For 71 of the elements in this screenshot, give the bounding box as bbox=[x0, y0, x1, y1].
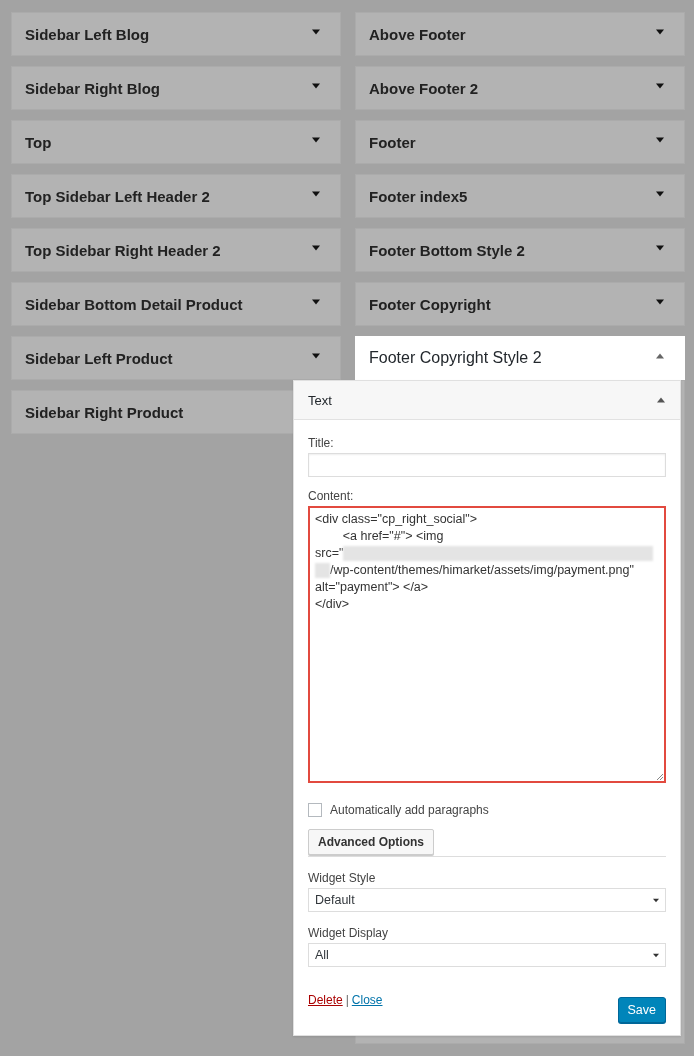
save-button[interactable]: Save bbox=[617, 997, 666, 1023]
sidebar-title: Above Footer bbox=[369, 25, 466, 43]
caret-down-icon[interactable] bbox=[656, 29, 664, 35]
sidebar-title: Sidebar Right Product bbox=[25, 403, 184, 421]
checkbox[interactable] bbox=[308, 803, 322, 817]
caret-down-icon bbox=[653, 952, 659, 958]
field-label: Widget Display bbox=[308, 926, 390, 940]
caret-down-icon[interactable] bbox=[312, 83, 320, 89]
caret-down-icon[interactable] bbox=[656, 137, 664, 143]
sidebar-title: Sidebar Right Blog bbox=[25, 79, 160, 97]
widget-style-select[interactable]: Default bbox=[308, 888, 666, 912]
caret-up-icon[interactable] bbox=[657, 397, 665, 403]
code-text: <div class="cp_right_social"> bbox=[315, 511, 478, 528]
caret-down-icon[interactable] bbox=[656, 245, 664, 251]
sidebar-title: Top Sidebar Left Header 2 bbox=[25, 187, 210, 205]
code-text: </div> bbox=[315, 596, 350, 613]
field-label: Content: bbox=[308, 489, 355, 503]
sidebar-title: Footer Bottom Style 2 bbox=[369, 241, 525, 259]
field-label: Widget Style bbox=[308, 871, 377, 885]
advanced-options-button[interactable]: Advanced Options bbox=[308, 829, 434, 855]
code-text: <a href="#"> <img bbox=[341, 528, 444, 545]
sidebar-panel[interactable]: Footer Bottom Style 2 bbox=[355, 228, 685, 272]
caret-down-icon[interactable] bbox=[312, 299, 320, 305]
sidebar-panel[interactable]: Top bbox=[11, 120, 341, 164]
caret-down-icon bbox=[653, 897, 659, 903]
field-label: Title: bbox=[308, 436, 335, 450]
code-text: alt="payment"> </a> bbox=[315, 579, 429, 596]
widget-header[interactable]: Text bbox=[294, 381, 680, 420]
sidebar-panel[interactable]: Footer Copyright bbox=[355, 282, 685, 326]
caret-down-icon[interactable] bbox=[312, 29, 320, 35]
caret-down-icon[interactable] bbox=[312, 191, 320, 197]
sidebar-title: Sidebar Left Blog bbox=[25, 25, 150, 43]
code-text: /wp-content/themes/himarket/assets/img/payment.png" bbox=[330, 562, 634, 579]
sidebar-panel[interactable]: Top Sidebar Right Header 2 bbox=[11, 228, 341, 272]
sidebar-panel[interactable]: Top Sidebar Left Header 2 bbox=[11, 174, 341, 218]
delete-link[interactable]: Delete bbox=[308, 993, 343, 1007]
widget-title: Text bbox=[308, 392, 332, 408]
sidebar-panel[interactable]: Footer Copyright Style 2 bbox=[355, 336, 685, 380]
code-text: src=" bbox=[315, 545, 344, 562]
caret-down-icon[interactable] bbox=[656, 191, 664, 197]
content-textarea[interactable]: <div class="cp_right_social"> <a href="#"> <img src=" /wp-content/themes/himarket/assets/img/payment.png" alt="payment"> </a> </div> bbox=[308, 506, 666, 783]
sidebar-title: Sidebar Bottom Detail Product bbox=[25, 295, 243, 313]
resize-grip-icon[interactable] bbox=[657, 774, 663, 780]
caret-down-icon[interactable] bbox=[312, 353, 320, 359]
blurred-redaction bbox=[315, 563, 330, 578]
sidebar-panel[interactable]: Footer index5 bbox=[355, 174, 685, 218]
sidebar-title: Top Sidebar Right Header 2 bbox=[25, 241, 221, 259]
widget-display-select[interactable]: All bbox=[308, 943, 666, 967]
sidebar-title: Footer bbox=[369, 133, 416, 151]
sidebar-panel[interactable]: Sidebar Bottom Detail Product bbox=[11, 282, 341, 326]
sidebar-panel[interactable]: Above Footer bbox=[355, 12, 685, 56]
caret-down-icon[interactable] bbox=[656, 83, 664, 89]
sidebar-panel[interactable]: Sidebar Left Blog bbox=[11, 12, 341, 56]
caret-down-icon[interactable] bbox=[656, 299, 664, 305]
sidebar-panel[interactable]: Sidebar Right Blog bbox=[11, 66, 341, 110]
close-link[interactable]: Close bbox=[351, 993, 383, 1007]
sidebar-title: Footer index5 bbox=[369, 187, 468, 205]
caret-down-icon[interactable] bbox=[312, 137, 320, 143]
caret-down-icon[interactable] bbox=[312, 245, 320, 251]
sidebar-title: Footer Copyright bbox=[369, 295, 491, 313]
checkbox-label: Automatically add paragraphs bbox=[330, 803, 489, 817]
sidebar-panel[interactable]: Footer bbox=[355, 120, 685, 164]
title-input[interactable] bbox=[308, 453, 666, 477]
sidebar-panel[interactable]: Sidebar Left Product bbox=[11, 336, 341, 380]
sidebar-panel[interactable]: Above Footer 2 bbox=[355, 66, 685, 110]
link-separator: | bbox=[345, 993, 349, 1007]
sidebar-title: Sidebar Left Product bbox=[25, 349, 173, 367]
sidebar-title: Footer Copyright Style 2 bbox=[369, 349, 542, 367]
sidebar-title: Above Footer 2 bbox=[369, 79, 479, 97]
sidebar-title: Top bbox=[25, 133, 52, 151]
caret-up-icon[interactable] bbox=[656, 353, 664, 359]
